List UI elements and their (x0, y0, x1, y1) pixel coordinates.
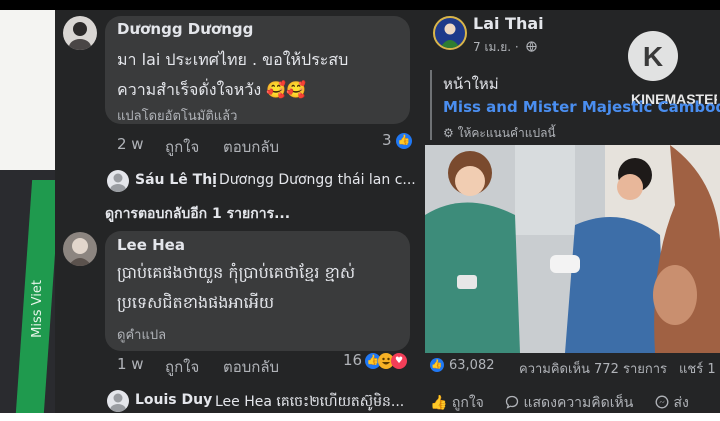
comment-label: แสดงความคิดเห็น (523, 395, 634, 411)
reply-text: Lee Hea គេចេះ២ហើយតស៊ូមិន... (215, 394, 405, 410)
page-portrait-icon (440, 23, 460, 48)
post-send-button[interactable]: ส่ง (655, 392, 689, 413)
post-panel: Lai Thai 7 เม.ย. · K KINEMASTER หน้าใหม่… (425, 10, 720, 413)
comment-text-line: มา lai ประเทศไทย . ขอให้ประสบ (117, 50, 349, 69)
shared-quote-bar (430, 70, 432, 140)
shares-count[interactable]: แชร์ 1 (679, 358, 716, 379)
comment-text-line: ប្រាប់គេផងថាយួន កុំប្រាប់គេថាខ្មែរ ខ្មាស… (117, 263, 356, 282)
rate-translation[interactable]: ⚙ ให้คะแนนคำแปลนี้ (443, 124, 556, 143)
screenshot-frame: Miss Viet Dươngg Dươngg มา lai ประเทศไทย… (0, 10, 720, 413)
post-page-name[interactable]: Lai Thai (473, 14, 544, 33)
reaction-total[interactable]: 63,082 (449, 358, 495, 373)
bottom-white-bar (0, 413, 720, 421)
avatar[interactable] (107, 170, 129, 192)
reply-button[interactable]: ตอบกลับ (223, 135, 279, 159)
rate-translation-label: ให้คะแนนคำแปลนี้ (457, 126, 556, 140)
send-label: ส่ง (673, 395, 689, 411)
default-user-icon (110, 393, 126, 412)
avatar[interactable] (63, 16, 97, 50)
comment-text-line: ប្រទេសជិតខាងផងអាអើយ (117, 293, 275, 312)
kinemaster-logo-icon: K KINEMASTER (628, 31, 720, 107)
watermark-letter: K (643, 41, 663, 72)
comments-panel: Dươngg Dươngg มา lai ประเทศไทย . ขอให้ปร… (55, 10, 425, 413)
comments-count[interactable]: ความคิดเห็น 772 รายการ (519, 358, 667, 379)
page-avatar[interactable] (433, 16, 467, 50)
globe-icon (525, 41, 537, 52)
avatar[interactable] (107, 390, 129, 412)
comment-author[interactable]: Dươngg Dươngg (117, 20, 253, 38)
post-like-button[interactable]: 👍 ถูกใจ (430, 392, 484, 413)
post-photo-scene (425, 145, 720, 353)
messenger-icon (655, 395, 669, 409)
avatar[interactable] (63, 232, 97, 266)
like-button[interactable]: ถูกใจ (165, 135, 199, 159)
default-user-icon (110, 173, 126, 192)
post-meta: 7 เม.ย. · (473, 38, 537, 57)
reply-button[interactable]: ตอบกลับ (223, 355, 279, 379)
top-black-bar (0, 0, 720, 10)
post-photo[interactable] (425, 145, 720, 353)
reply-author[interactable]: Louis Duy (135, 392, 212, 408)
post-comment-button[interactable]: แสดงความคิดเห็น (505, 392, 633, 413)
like-label: ถูกใจ (451, 395, 484, 411)
see-translation-link[interactable]: ดูคำแปล (117, 324, 166, 345)
comment-text-line: ความสำเร็จดั่งใจหวัง 🥰🥰 (117, 80, 307, 99)
view-more-replies[interactable]: ดูการตอบกลับอีก 1 รายการ... (105, 203, 290, 225)
sash-text: Miss Viet (30, 280, 45, 338)
post-actions: 👍 ถูกใจ แสดงความคิดเห็น ส่ง (425, 390, 720, 412)
post-stats: 👍 63,082 ความคิดเห็น 772 รายการ แชร์ 1 (425, 356, 720, 378)
comment-time[interactable]: 2 w (117, 135, 144, 153)
love-reaction-icon: ♥ (391, 353, 407, 369)
thumbs-up-icon: 👍 (430, 395, 452, 411)
comment-bubble-icon (505, 395, 519, 409)
post-heading: หน้าใหม่ (443, 75, 499, 93)
like-reaction-icon: 👍 (430, 358, 444, 372)
user-portrait-icon (69, 22, 91, 50)
user-portrait-icon (68, 238, 92, 266)
reaction-count[interactable]: 16 (343, 351, 362, 369)
post-date[interactable]: 7 เม.ย. · (473, 40, 519, 54)
left-photo: Miss Viet (0, 10, 55, 413)
comment-author[interactable]: Lee Hea (117, 236, 185, 254)
reply-text: Dươngg Dươngg thái lan c... (219, 172, 416, 188)
post-link[interactable]: Miss and Mister Majestic Cambodia (443, 98, 720, 116)
comment-time[interactable]: 1 w (117, 355, 144, 373)
reply-author[interactable]: Sáu Lê Thị (135, 172, 217, 188)
like-reaction-icon: 👍 (396, 133, 412, 149)
reaction-count[interactable]: 3 (382, 131, 392, 149)
gear-icon: ⚙ (443, 126, 458, 140)
kinemaster-watermark: K KINEMASTER (625, 30, 720, 108)
translated-label: แปลโดยอัตโนมัติแล้ว (117, 109, 238, 124)
like-button[interactable]: ถูกใจ (165, 355, 199, 379)
